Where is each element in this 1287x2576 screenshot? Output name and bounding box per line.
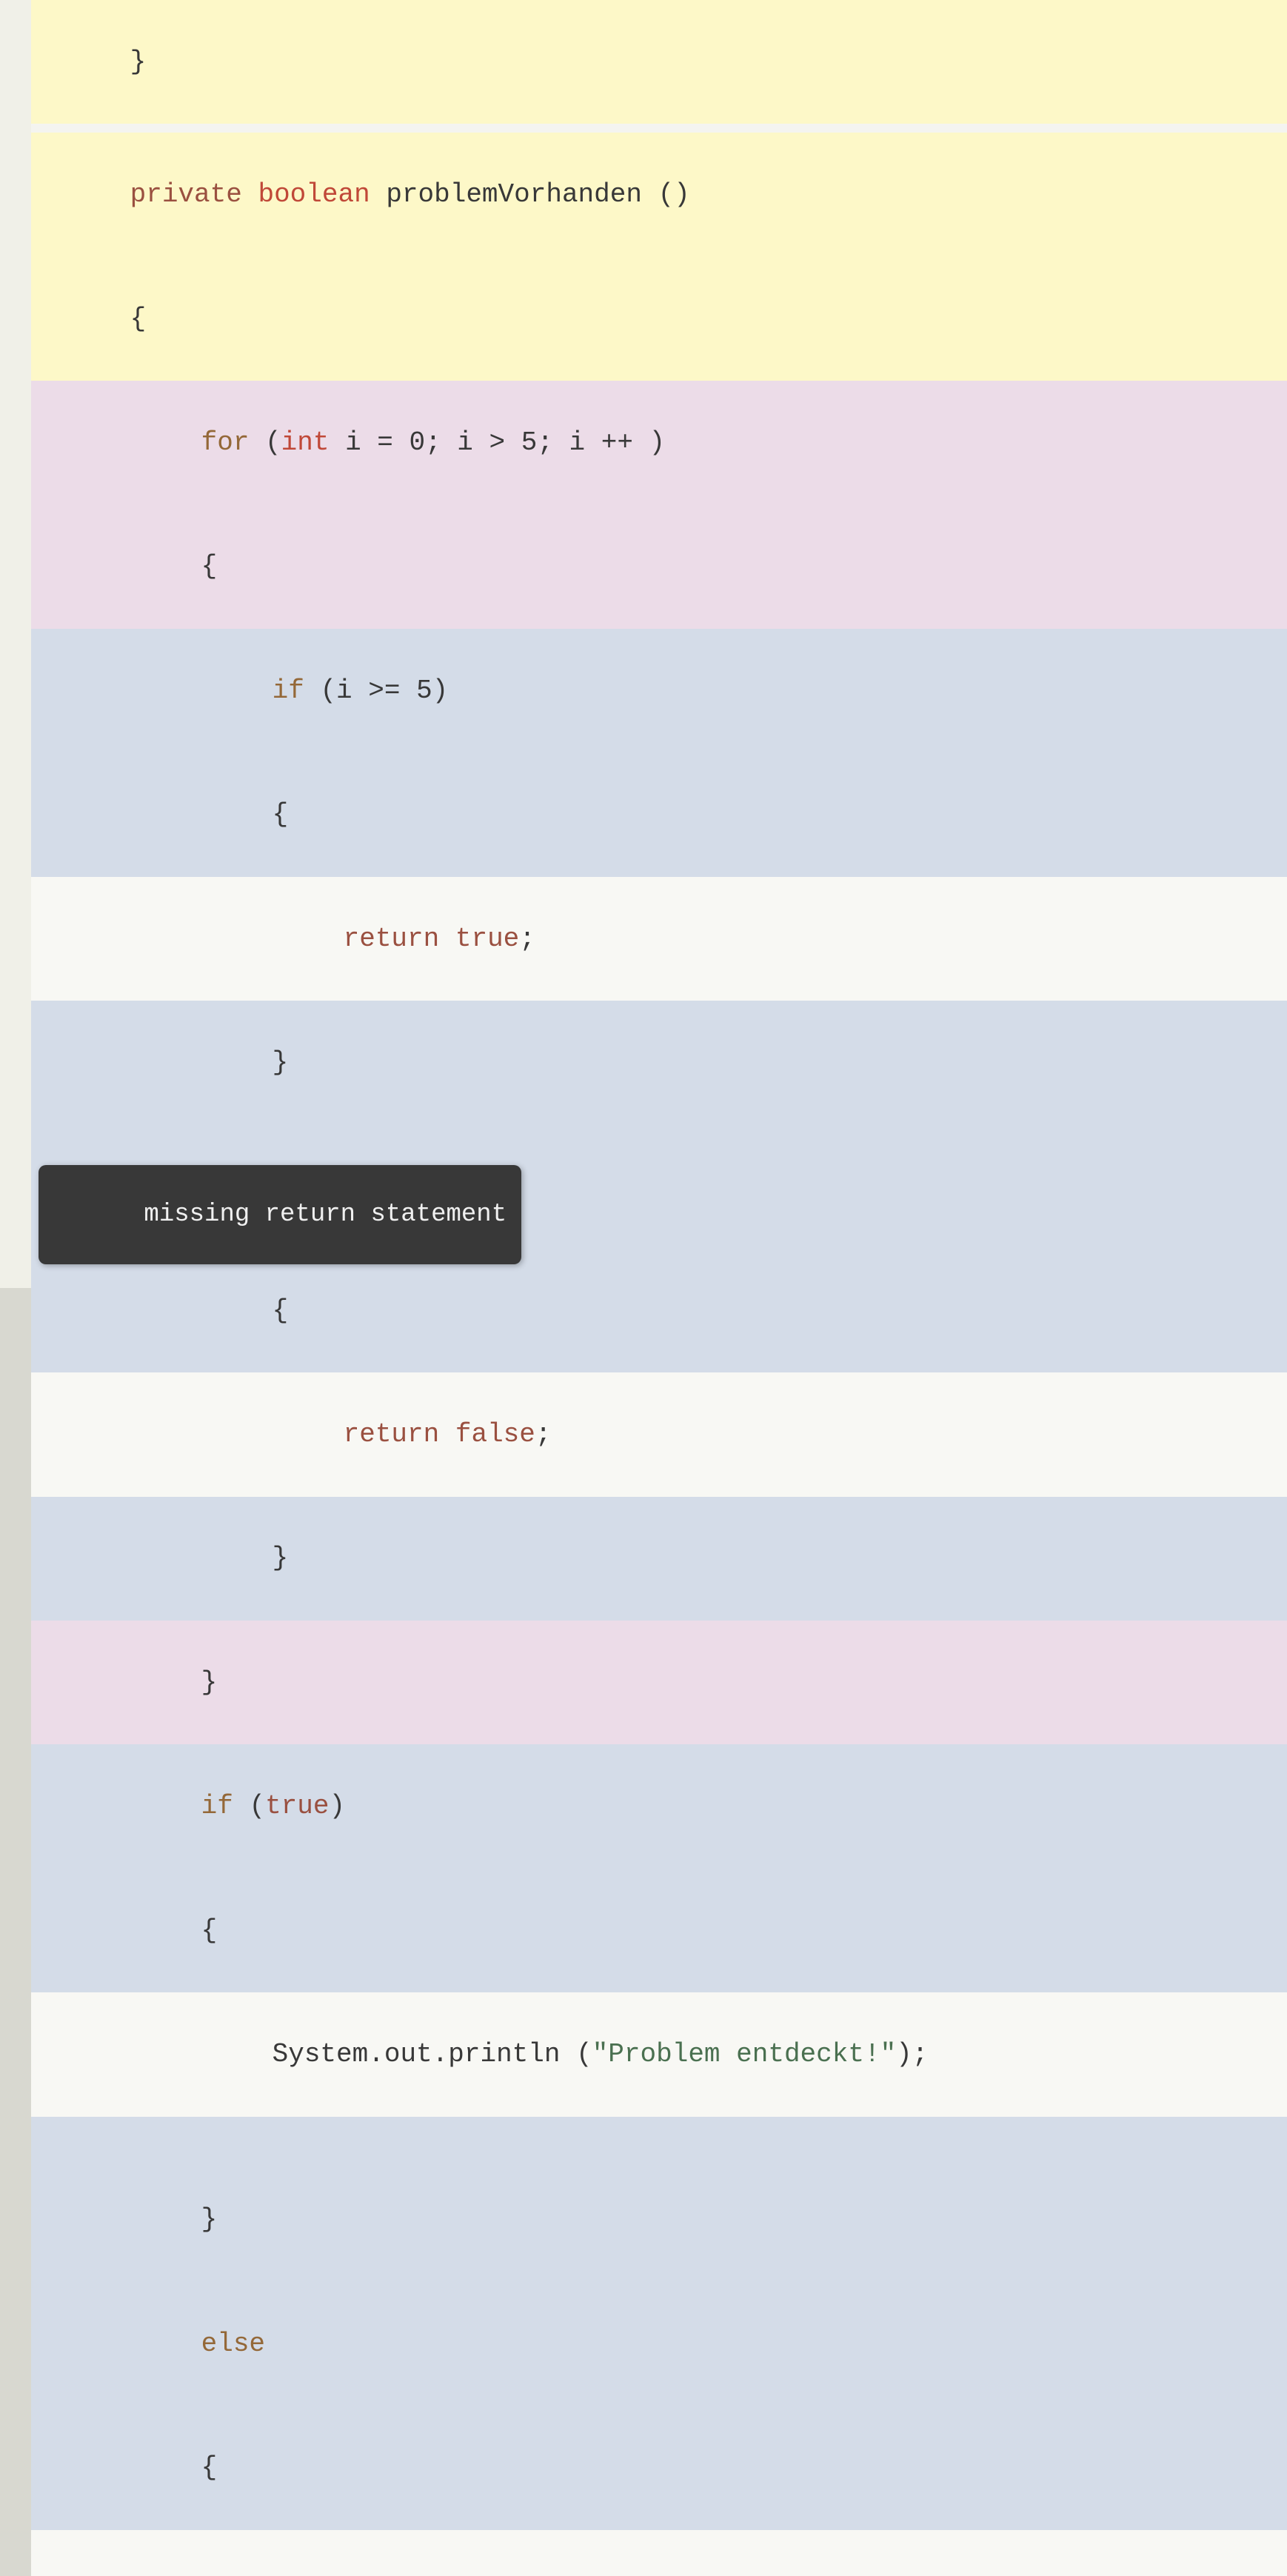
code-line[interactable]: { xyxy=(31,1249,1287,1372)
brace-close: } xyxy=(273,1047,289,1078)
keyword-for: for xyxy=(201,427,250,458)
brace-open: { xyxy=(273,799,289,830)
brace-close: } xyxy=(201,2204,218,2235)
editor-gutter xyxy=(0,0,31,1288)
if-statement[interactable]: if (i >= 5) xyxy=(31,629,1287,753)
boolean-true: true xyxy=(455,924,519,954)
code-line[interactable]: } xyxy=(31,1621,1287,1744)
println-statement[interactable]: System.out.println ("Problem entdeckt!")… xyxy=(31,1992,1287,2116)
method-signature[interactable]: private boolean problemVorhanden () xyxy=(31,133,1287,256)
keyword-return: return xyxy=(344,924,440,954)
empty-line[interactable] xyxy=(31,2117,1287,2158)
code-line[interactable]: { xyxy=(31,753,1287,876)
return-statement[interactable]: return false; xyxy=(31,1372,1287,1496)
boolean-false: false xyxy=(455,1419,535,1449)
block-gap xyxy=(31,124,1287,133)
return-statement[interactable]: return true; xyxy=(31,877,1287,1001)
code-line[interactable]: } xyxy=(31,2158,1287,2281)
code-line[interactable]: { xyxy=(31,2406,1287,2529)
code-line[interactable]: { xyxy=(31,505,1287,629)
keyword-return: return xyxy=(344,1419,440,1449)
code-area[interactable]: } private boolean problemVorhanden () { … xyxy=(31,0,1287,1288)
code-line[interactable]: } xyxy=(31,1001,1287,1124)
code-line[interactable]: { xyxy=(31,257,1287,381)
brace-open: { xyxy=(130,304,147,334)
brace-open: { xyxy=(201,551,218,581)
keyword-else: else xyxy=(201,2329,265,2359)
brace-close: } xyxy=(130,47,147,77)
keyword-int: int xyxy=(281,427,330,458)
keyword-private: private xyxy=(130,179,242,210)
brace-open: { xyxy=(201,1915,218,1946)
if-statement[interactable]: if (true) xyxy=(31,1744,1287,1868)
tooltip-message: missing return statement xyxy=(144,1201,507,1229)
code-line[interactable]: } xyxy=(31,1497,1287,1621)
else-statement[interactable]: else xyxy=(31,2282,1287,2406)
keyword-if: if xyxy=(273,675,304,706)
brace-open: { xyxy=(201,2452,218,2483)
parentheses: () xyxy=(658,179,690,210)
keyword-boolean: boolean xyxy=(258,179,370,210)
error-tooltip: missing return statement xyxy=(39,1165,521,1264)
code-editor[interactable]: } private boolean problemVorhanden () { … xyxy=(0,0,1287,1288)
brace-close: } xyxy=(273,1543,289,1573)
brace-close: } xyxy=(201,1667,218,1698)
for-loop-line[interactable]: for (int i = 0; i > 5; i ++ ) xyxy=(31,381,1287,504)
println-statement[interactable]: System.out.println ("Kein Problem entdec… xyxy=(31,2530,1287,2576)
code-line[interactable]: { xyxy=(31,1869,1287,1992)
boolean-true: true xyxy=(265,1791,329,1821)
code-line[interactable]: } xyxy=(31,0,1287,124)
keyword-if: if xyxy=(201,1791,233,1821)
string-literal: "Problem entdeckt!" xyxy=(592,2039,896,2069)
method-name: problemVorhanden xyxy=(386,179,642,210)
brace-open: { xyxy=(273,1295,289,1326)
